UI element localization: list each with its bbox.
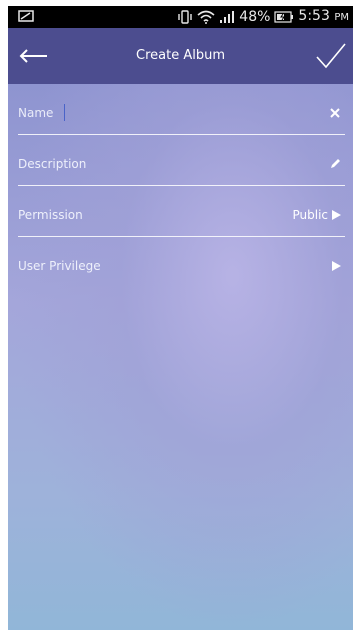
- clock-time: 5:53: [298, 8, 330, 24]
- notification-icon: [18, 10, 34, 26]
- arrow-left-icon: [19, 49, 47, 63]
- permission-selector[interactable]: Public: [292, 206, 341, 224]
- app-bar: Create Album: [8, 28, 353, 84]
- wifi-icon: [197, 10, 215, 24]
- permission-value: Public: [292, 208, 328, 222]
- edit-description-button[interactable]: [329, 155, 341, 173]
- description-label: Description: [18, 157, 87, 171]
- user-privilege-expand[interactable]: [332, 257, 341, 275]
- page-title: Create Album: [136, 48, 225, 63]
- battery-icon: [274, 11, 294, 23]
- status-icons: 48% 5:53 PM: [177, 8, 349, 26]
- signal-icon: [219, 10, 235, 24]
- name-placeholder: Name: [18, 106, 54, 120]
- check-icon: [316, 43, 346, 69]
- text-caret: [64, 104, 65, 121]
- back-button[interactable]: [14, 38, 54, 74]
- done-button[interactable]: [311, 36, 351, 76]
- name-field[interactable]: Name: [18, 84, 345, 135]
- user-privilege-label: User Privilege: [18, 259, 101, 273]
- permission-label: Permission: [18, 208, 83, 222]
- status-bar: 48% 5:53 PM: [8, 6, 353, 28]
- play-triangle-icon: [332, 210, 341, 220]
- play-triangle-icon: [332, 261, 341, 271]
- pencil-icon: [331, 159, 340, 168]
- description-field[interactable]: Description: [18, 135, 345, 186]
- clear-name-button[interactable]: [329, 104, 341, 122]
- battery-percent: 48%: [239, 9, 271, 25]
- close-icon: [330, 108, 340, 118]
- permission-row[interactable]: Permission Public: [18, 186, 345, 237]
- vibrate-icon: [177, 10, 193, 24]
- create-album-form: Name Description Permission Public User …: [8, 84, 353, 630]
- clock-suffix: PM: [334, 12, 349, 23]
- phone-screen: 48% 5:53 PM Create Album Name Descriptio…: [8, 6, 353, 630]
- user-privilege-row[interactable]: User Privilege: [18, 237, 345, 287]
- clock: 5:53 PM: [298, 7, 349, 27]
